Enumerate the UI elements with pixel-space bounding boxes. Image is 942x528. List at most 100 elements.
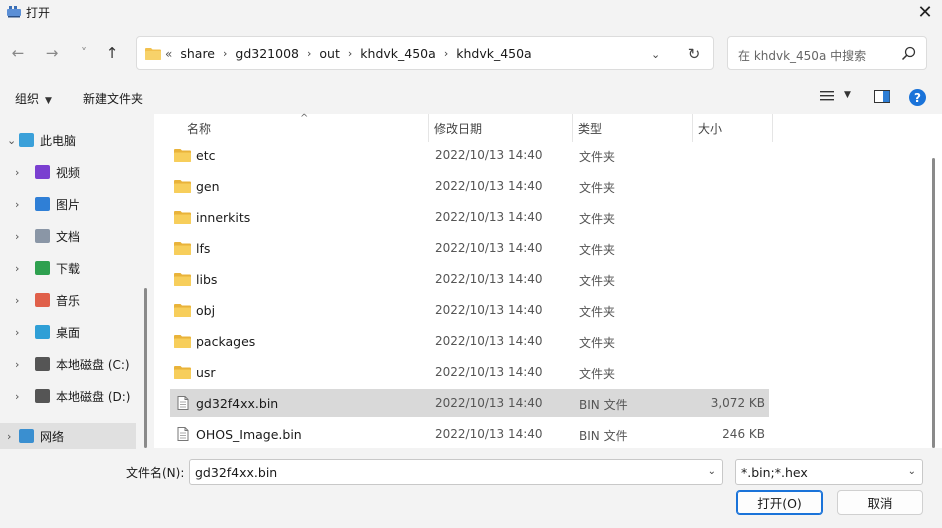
breadcrumb-item[interactable]: share [180, 46, 215, 61]
column-header-label: 名称 [187, 121, 212, 136]
preview-pane-icon[interactable] [874, 90, 890, 103]
file-type: 文件夹 [579, 274, 616, 288]
file-row[interactable]: usr 2022/10/13 14:40 文件夹 [170, 358, 769, 386]
breadcrumb-item[interactable]: gd321008 [235, 46, 299, 61]
chevron-down-icon: ˅ [81, 46, 87, 60]
folder-icon [174, 210, 191, 224]
new-folder-button[interactable]: 新建文件夹 [83, 90, 143, 107]
filename-combobox[interactable]: gd32f4xx.bin ⌄ [189, 459, 723, 485]
file-type-filter[interactable]: *.bin;*.hex ⌄ [735, 459, 923, 485]
chevron-down-icon[interactable]: ⌄ [7, 134, 16, 147]
new-folder-label: 新建文件夹 [83, 92, 144, 106]
file-modified-date: 2022/10/13 14:40 [435, 148, 543, 162]
column-header-type[interactable]: 类型 [578, 114, 602, 142]
forward-button[interactable]: → [40, 42, 64, 64]
file-icon [174, 396, 191, 410]
open-button-label: 打开(O) [757, 496, 802, 511]
search-icon [901, 46, 916, 61]
column-divider[interactable] [428, 114, 429, 142]
file-name: usr [196, 365, 216, 380]
address-dropdown-icon[interactable]: ⌄ [651, 48, 665, 61]
sidebar-item[interactable]: › 图片 [0, 191, 136, 217]
file-name: gd32f4xx.bin [196, 396, 279, 411]
view-options-icon[interactable] [820, 90, 834, 102]
file-row[interactable]: packages 2022/10/13 14:40 文件夹 [170, 327, 769, 355]
chevron-right-icon[interactable]: › [15, 294, 19, 307]
file-row[interactable]: etc 2022/10/13 14:40 文件夹 [170, 141, 769, 169]
file-modified-date: 2022/10/13 14:40 [435, 241, 543, 255]
recent-locations-button[interactable]: ˅ [72, 42, 96, 64]
column-header-label: 修改日期 [434, 121, 483, 136]
file-name: innerkits [196, 210, 251, 225]
sidebar-item[interactable]: › 下载 [0, 255, 136, 281]
desktop-icon [35, 325, 50, 339]
file-row[interactable]: gen 2022/10/13 14:40 文件夹 [170, 172, 769, 200]
chevron-right-icon[interactable]: › [15, 262, 19, 275]
sidebar-item[interactable]: › 视频 [0, 159, 136, 185]
sidebar-item[interactable]: › 桌面 [0, 319, 136, 345]
chevron-right-icon[interactable]: › [15, 358, 19, 371]
back-button[interactable]: ← [6, 42, 30, 64]
organize-button[interactable]: 组织 ▼ [15, 90, 52, 107]
file-row[interactable]: innerkits 2022/10/13 14:40 文件夹 [170, 203, 769, 231]
chevron-down-icon[interactable]: ⌄ [908, 466, 916, 477]
search-box[interactable]: 在 khdvk_450a 中搜索 [727, 36, 927, 70]
column-divider[interactable] [772, 114, 773, 142]
file-name: obj [196, 303, 216, 318]
file-modified-date: 2022/10/13 14:40 [435, 179, 543, 193]
column-header-size[interactable]: 大小 [698, 114, 722, 142]
sidebar-item[interactable]: › 文档 [0, 223, 136, 249]
file-icon [174, 427, 191, 441]
column-header-modified[interactable]: 修改日期 [434, 114, 482, 142]
pc-icon [19, 133, 34, 147]
file-row[interactable]: OHOS_Image.bin 2022/10/13 14:40 BIN 文件 246 … [170, 420, 769, 448]
sidebar-item[interactable]: › 本地磁盘 (C:) [0, 351, 136, 377]
column-divider[interactable] [692, 114, 693, 142]
open-file-dialog: 打开 ✕ ← → ˅ ↑ « share › gd321008 › out › … [0, 0, 942, 528]
breadcrumb-overflow-icon[interactable]: « [165, 47, 172, 61]
chevron-right-icon[interactable]: › [15, 166, 19, 179]
sidebar-item[interactable]: ⌄ 此电脑 [0, 127, 136, 153]
refresh-icon[interactable]: ↻ [685, 45, 703, 63]
sidebar-scrollbar[interactable] [144, 288, 147, 448]
address-bar[interactable]: « share › gd321008 › out › khdvk_450a › … [136, 36, 714, 70]
chevron-down-icon[interactable]: ⌄ [708, 466, 716, 477]
chevron-right-icon[interactable]: › [15, 198, 19, 211]
cancel-button[interactable]: 取消 [837, 490, 923, 515]
chevron-right-icon[interactable]: › [15, 326, 19, 339]
chevron-right-icon[interactable]: › [7, 430, 11, 443]
sort-ascending-icon: ^ [300, 113, 309, 124]
documents-icon [35, 229, 50, 243]
file-type: BIN 文件 [579, 398, 628, 412]
breadcrumb-item[interactable]: khdvk_450a [456, 46, 532, 61]
sidebar-item[interactable]: › 音乐 [0, 287, 136, 313]
file-row[interactable]: libs 2022/10/13 14:40 文件夹 [170, 265, 769, 293]
chevron-right-icon[interactable]: › [15, 390, 19, 403]
up-button[interactable]: ↑ [100, 42, 124, 64]
sidebar-item[interactable]: › 本地磁盘 (D:) [0, 383, 136, 409]
file-type: 文件夹 [579, 181, 616, 195]
column-divider[interactable] [572, 114, 573, 142]
close-button[interactable]: ✕ [908, 0, 942, 24]
search-input[interactable]: 在 khdvk_450a 中搜索 [738, 47, 866, 64]
file-type: 文件夹 [579, 305, 616, 319]
file-row[interactable]: lfs 2022/10/13 14:40 文件夹 [170, 234, 769, 262]
sidebar-item[interactable]: › 网络 [0, 423, 136, 449]
chevron-right-icon[interactable]: › [15, 230, 19, 243]
breadcrumb-item[interactable]: out [319, 46, 339, 61]
sidebar-item-label: 视频 [56, 165, 81, 180]
view-caret-down-icon[interactable]: ▼ [844, 90, 851, 100]
breadcrumb-item[interactable]: khdvk_450a [360, 46, 436, 61]
sidebar-item-label: 此电脑 [40, 133, 77, 148]
filename-input[interactable]: gd32f4xx.bin [195, 465, 277, 480]
file-row[interactable]: obj 2022/10/13 14:40 文件夹 [170, 296, 769, 324]
drive-d-icon [35, 389, 50, 403]
open-button[interactable]: 打开(O) [736, 490, 823, 515]
file-type: 文件夹 [579, 243, 616, 257]
vertical-scrollbar[interactable] [932, 158, 935, 448]
filename-label: 文件名(N): [126, 466, 185, 480]
organize-label: 组织 [15, 92, 40, 106]
help-icon[interactable]: ? [909, 89, 926, 106]
file-row[interactable]: gd32f4xx.bin 2022/10/13 14:40 BIN 文件 3,072 … [170, 389, 769, 417]
column-header-name[interactable]: 名称 [187, 114, 211, 142]
